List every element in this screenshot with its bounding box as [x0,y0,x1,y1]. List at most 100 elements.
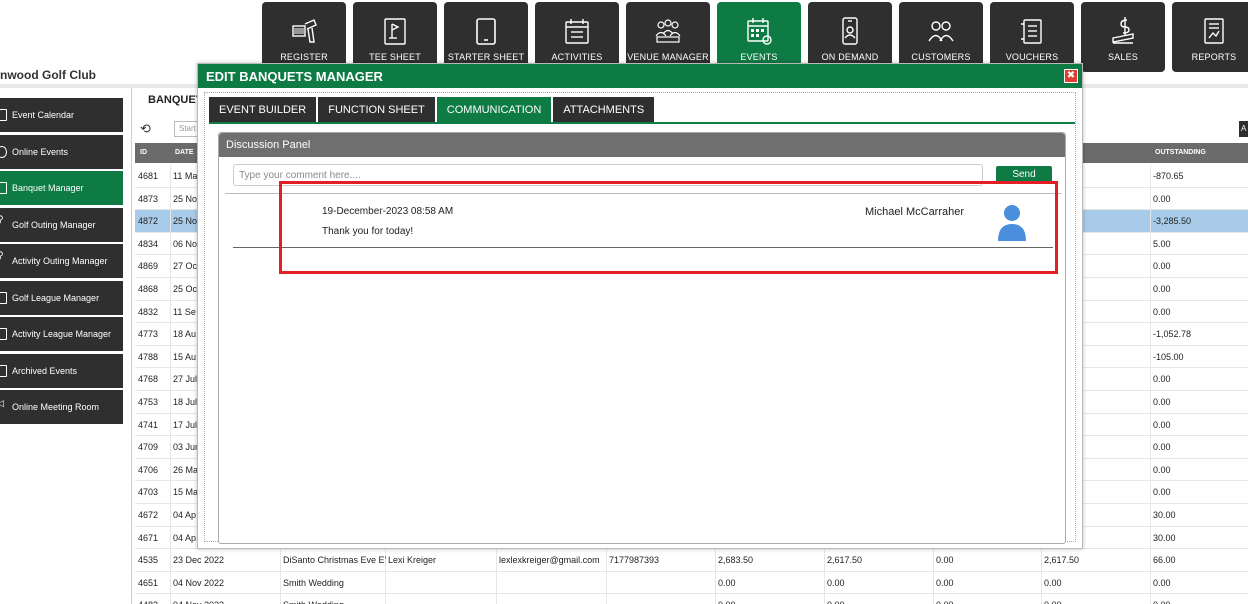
page-title: BANQUET [148,94,203,106]
table-row[interactable]: 4483 04 Nov 2022Smith Wedding 0.00 0.00 0.00… [135,594,1248,604]
column-divider [1150,255,1151,277]
nav-register[interactable]: REGISTER [262,2,346,72]
tablet-icon [472,16,500,46]
nav-on-demand[interactable]: ON DEMAND [808,2,892,72]
column-divider [1150,345,1151,368]
sidebar-item-golf-league-manager[interactable]: Golf League Manager [0,280,123,315]
column-header-outstanding[interactable]: OUTSTANDING [1155,149,1206,156]
cell-id: 4873 [138,193,159,204]
column-divider [1150,300,1151,323]
voucher-icon [1018,16,1046,46]
sidebar-item-banquet-manager[interactable]: Banquet Manager [0,171,123,205]
table-row[interactable]: 4651 04 Nov 2022 Smith Wedding 0.00 0.00 0.00… [135,571,1248,595]
cell-v3: 0.00 [936,600,954,604]
nav-events[interactable]: EVENTS [717,2,801,72]
globe-icon [0,145,7,158]
sidebar-item-online-meeting-room[interactable]: ◁ Online Meeting Room [0,390,123,424]
nav-customers[interactable]: CUSTOMERS [899,2,983,72]
nav-vouchers-label: VOUCHERS [1005,52,1059,62]
cell-v3: 0.00 [936,577,954,588]
column-divider [170,458,171,481]
cell-id: 4671 [138,532,159,543]
column-divider [824,571,825,594]
cell-id: 4651 [138,577,159,588]
tab-function-sheet[interactable]: FUNCTION SHEET [318,97,435,122]
cell-email: lexlexkreiger@gmail.com [499,555,600,566]
sidebar-item-activity-league-manager[interactable]: Activity League Manager [0,317,123,351]
column-divider [1150,210,1151,232]
nav-starter-sheet-label: STARTER SHEET [447,52,525,62]
cell-v2: 0.00 [827,577,845,588]
column-header-id[interactable]: ID [140,149,147,156]
sidebar-item-activity-outing-manager[interactable]: ⚲ Activity Outing Manager [0,244,123,278]
column-divider [1150,436,1151,458]
nav-activities[interactable]: ACTIVITIES [535,2,619,72]
archive-icon [0,364,7,377]
sidebar-item-label: Archived Events [12,365,78,376]
cell-id: 4706 [138,464,159,475]
cell-id: 4535 [138,555,159,566]
nav-sales[interactable]: SALES [1081,2,1165,72]
table-row[interactable]: 4535 23 Dec 2022 DiSanto Christmas Eve E’ L… [135,549,1248,572]
column-divider [933,549,934,571]
mobile-phone-icon [836,16,864,46]
sidebar-item-golf-outing-manager[interactable]: ⚲ Golf Outing Manager [0,207,123,242]
sales-money-icon [1109,16,1137,46]
refresh-icon[interactable]: ⟲ [140,121,151,137]
cell-outstanding: 5.00 [1153,238,1171,249]
column-divider [170,255,171,277]
close-icon[interactable]: ✖ [1064,69,1078,83]
cell-outstanding: 0.00 [1153,442,1171,453]
column-divider [170,594,171,604]
cell-v2: 2,617.50 [827,555,863,566]
cell-outstanding: -870.65 [1153,171,1184,181]
nav-customers-label: CUSTOMERS [911,52,971,62]
nav-vouchers[interactable]: VOUCHERS [990,2,1074,72]
nav-starter-sheet[interactable]: STARTER SHEET [444,2,528,72]
nav-venue-manager[interactable]: VENUE MANAGER [626,2,710,72]
banquet-icon [0,182,7,194]
nav-reports-label: REPORTS [1191,52,1237,62]
nav-venue-manager-label: VENUE MANAGER [627,52,709,62]
column-divider [1150,571,1151,594]
tab-event-builder[interactable]: EVENT BUILDER [209,97,317,122]
column-divider [496,594,497,604]
cell-id: 4483 [138,600,168,604]
column-divider [496,571,497,594]
column-divider [1150,526,1151,549]
sidebar-item-archived-events[interactable]: Archived Events [0,353,123,388]
cell-outstanding: 0.00 [1153,487,1171,498]
column-divider [1150,323,1151,345]
tab-communication[interactable]: COMMUNICATION [436,97,552,122]
column-header-date[interactable]: DATE [175,149,194,156]
right-action-button[interactable]: A [1239,121,1248,137]
column-divider [715,594,716,604]
cell-outstanding: 0.00 [1153,193,1171,204]
golf-league-icon [0,291,7,304]
column-divider [1150,594,1151,604]
column-divider [1150,549,1151,571]
column-divider [170,345,171,368]
sidebar-item-label: Online Events [12,146,69,157]
cell-id: 4709 [138,442,159,453]
cell-id: 4868 [138,283,159,294]
nav-on-demand-label: ON DEMAND [821,52,879,62]
cell-date: 23 Dec 2022 [173,555,225,566]
nav-tee-sheet[interactable]: TEE SHEET [353,2,437,72]
nav-reports[interactable]: REPORTS [1172,2,1248,72]
sidebar-item-online-events[interactable]: Online Events [0,134,123,169]
tab-attachments[interactable]: ATTACHMENTS [553,97,655,122]
column-divider [824,549,825,571]
cell-phone: 7177987393 [609,555,660,566]
calendar-list-icon [563,16,591,46]
column-divider [715,549,716,571]
column-divider [170,503,171,526]
column-divider [1150,187,1151,210]
cell-v1: 0.00 [718,577,736,588]
column-divider [170,413,171,436]
cell-outstanding: 30.00 [1153,509,1176,520]
discussion-panel-title: Discussion Panel [219,133,1065,157]
activity-league-icon [0,328,7,340]
sidebar-item-event-calendar[interactable]: Event Calendar [0,98,123,132]
column-divider [1041,594,1042,604]
